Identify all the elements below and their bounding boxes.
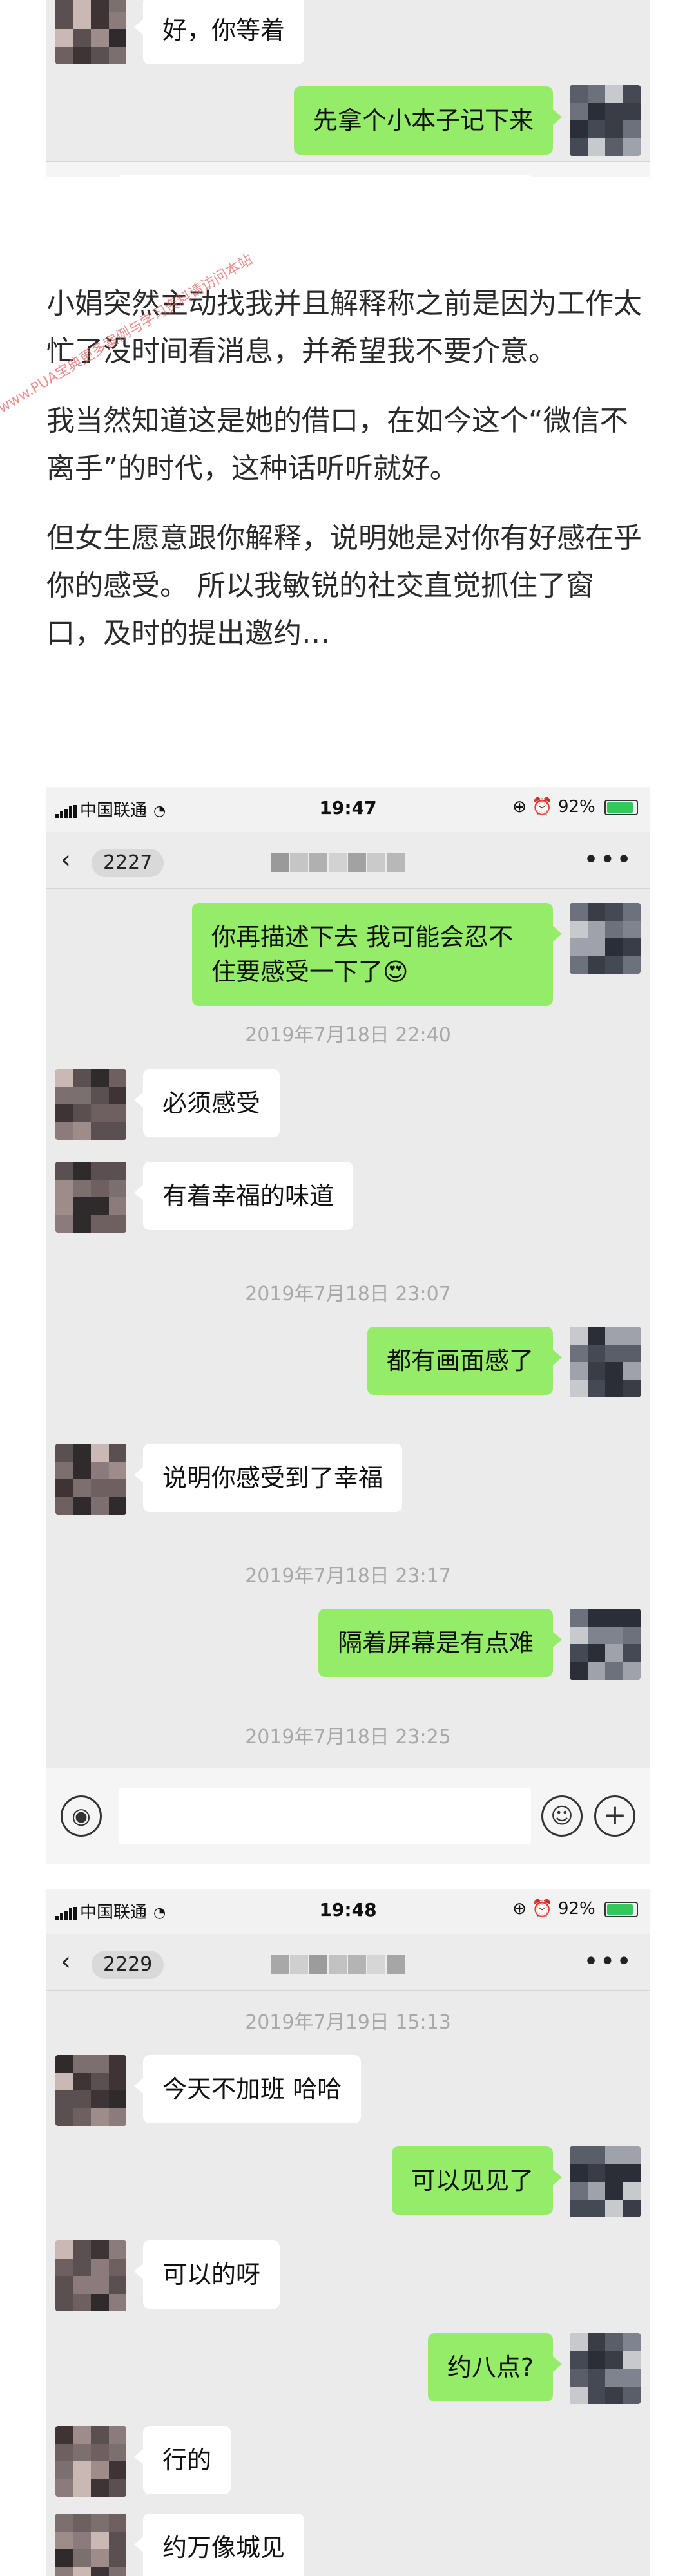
message-timestamp: 2019年7月18日 23:07 (245, 1283, 451, 1305)
message-timestamp: 2019年7月19日 15:13 (245, 2011, 451, 2034)
chat-nav-bar: ‹ 2227 ••• (46, 832, 650, 889)
my-avatar[interactable] (570, 1609, 641, 1680)
chat-input-bar: ◉ ☺ + (46, 161, 650, 177)
message-bubble-right: 可以见见了 (391, 2146, 563, 2215)
message-bubble-left: 行的 (133, 2426, 231, 2494)
message-timestamp: 2019年7月18日 23:17 (245, 1565, 451, 1587)
chat-input-bar: ◉ ☺ + (46, 1768, 650, 1864)
battery-status: ⊕ ⏰ 92% (512, 797, 638, 817)
location-icon: ⊕ (512, 1899, 527, 1918)
my-avatar[interactable] (570, 1327, 641, 1397)
article-paragraph: 但女生愿意跟你解释，说明她是对你有好感在乎你的感受。 所以我敏锐的社交直觉抓住了… (46, 522, 642, 650)
contact-avatar[interactable] (55, 2426, 126, 2497)
chat-nav-bar: ‹ 2229 ••• (46, 1934, 650, 1991)
battery-percent: 92% (557, 1899, 595, 1918)
alarm-icon: ⏰ (532, 797, 553, 817)
message-timestamp: 2019年7月18日 22:40 (245, 1024, 451, 1046)
message-bubble-left: 可以的呀 (133, 2240, 280, 2309)
emoji-icon[interactable]: ☺ (541, 1795, 583, 1837)
message-bubble-left: 必须感受 (133, 1069, 280, 1137)
my-avatar[interactable] (570, 2146, 641, 2217)
message-bubble-left: 今天不加班 哈哈 (133, 2055, 362, 2123)
battery-status: ⊕ ⏰ 92% (512, 1899, 638, 1918)
contact-avatar[interactable] (55, 0, 126, 64)
battery-icon (604, 799, 638, 815)
message-bubble-right: 约八点? (427, 2333, 563, 2401)
unread-count-badge[interactable]: 2227 (92, 849, 164, 877)
more-icon[interactable]: ••• (583, 1947, 633, 1976)
chevron-left-icon[interactable]: ‹ (61, 1946, 71, 1978)
my-avatar[interactable] (570, 85, 641, 156)
status-bar: 中国联通 ◔ 19:47 ⊕ ⏰ 92% (46, 787, 650, 832)
my-avatar[interactable] (570, 2333, 641, 2404)
message-input[interactable] (119, 175, 531, 177)
contact-avatar[interactable] (55, 1162, 126, 1233)
battery-icon (604, 1901, 638, 1917)
contact-avatar[interactable] (55, 2514, 126, 2576)
message-bubble-right: 先拿个小本子记下来 (293, 86, 563, 155)
message-input[interactable] (119, 1788, 531, 1844)
article-paragraph: 我当然知道这是她的借口，在如今这个“微信不离手”的时代，这种话听听就好。 (46, 404, 628, 485)
location-icon: ⊕ (512, 797, 527, 817)
message-bubble-right: 你再描述下去 我可能会忍不住要感受一下了😍 (192, 903, 562, 1006)
chat-screenshot-1: 好，你等着 先拿个小本子记下来 ◉ ☺ + (46, 0, 650, 177)
contact-avatar[interactable] (55, 1444, 126, 1515)
contact-avatar[interactable] (55, 2055, 126, 2126)
voice-icon[interactable]: ◉ (61, 1795, 102, 1837)
message-timestamp: 2019年7月18日 23:25 (245, 1726, 451, 1748)
status-bar: 中国联通 ◔ 19:48 ⊕ ⏰ 92% (46, 1889, 650, 1934)
message-bubble-left: 好，你等着 (133, 0, 305, 64)
contact-name-blurred (271, 850, 406, 875)
message-bubble-right: 都有画面感了 (367, 1327, 563, 1395)
unread-count-badge[interactable]: 2229 (92, 1951, 164, 1979)
chat-screenshot-2: 中国联通 ◔ 19:47 ⊕ ⏰ 92% ‹ 2227 ••• 你再描述下去 我可… (46, 787, 650, 1768)
message-bubble-left: 说明你感受到了幸福 (133, 1444, 403, 1512)
chat-screenshot-3: 中国联通 ◔ 19:48 ⊕ ⏰ 92% ‹ 2229 ••• 2019年7月19… (46, 1889, 650, 2576)
contact-avatar[interactable] (55, 1069, 126, 1140)
chat-input-area-2: ◉ ☺ + (46, 1768, 650, 1864)
contact-avatar[interactable] (55, 2240, 126, 2311)
message-bubble-right: 隔着屏幕是有点难 (318, 1609, 563, 1677)
message-bubble-left: 约万像城见 (133, 2514, 305, 2576)
message-bubble-left: 有着幸福的味道 (133, 1162, 354, 1230)
chevron-left-icon[interactable]: ‹ (61, 844, 71, 876)
more-icon[interactable]: ••• (583, 845, 633, 875)
contact-name-blurred (271, 1952, 406, 1976)
alarm-icon: ⏰ (532, 1899, 553, 1918)
plus-icon[interactable]: + (594, 1795, 635, 1837)
battery-percent: 92% (557, 797, 595, 817)
my-avatar[interactable] (570, 903, 641, 974)
